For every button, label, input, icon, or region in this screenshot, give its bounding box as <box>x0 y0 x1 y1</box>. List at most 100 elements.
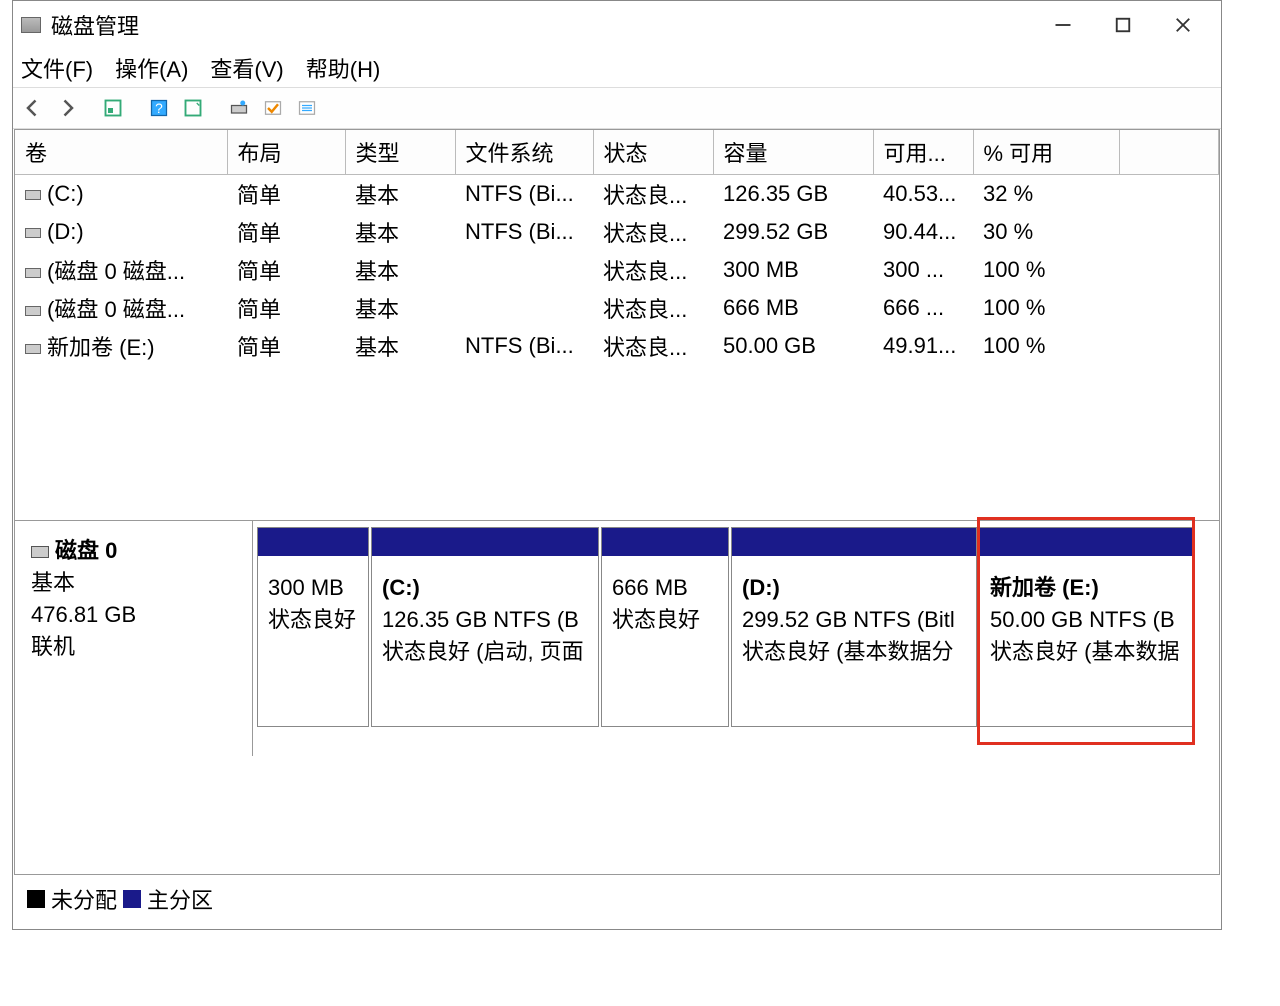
forward-button[interactable] <box>53 94 81 122</box>
partition-status: 状态良好 (基本数据 <box>990 636 1182 668</box>
cell-pct: 30 % <box>973 213 1119 251</box>
partition-size: 50.00 GB NTFS (B <box>990 604 1182 636</box>
volume-icon <box>25 228 41 238</box>
cell-free: 40.53... <box>873 175 973 214</box>
disk-layout-pane[interactable]: 磁盘 0 基本 476.81 GB 联机 300 MB状态良好(C:)126.3… <box>15 520 1219 756</box>
partition-status: 状态良好 (基本数据分 <box>742 636 966 668</box>
partition-stripe <box>732 528 976 556</box>
cell-free: 90.44... <box>873 213 973 251</box>
legend: 未分配 主分区 <box>27 883 213 915</box>
cell-fs: NTFS (Bi... <box>455 175 593 214</box>
partition[interactable]: 新加卷 (E:)50.00 GB NTFS (B状态良好 (基本数据 <box>979 527 1193 727</box>
menu-file[interactable]: 文件(F) <box>21 52 93 84</box>
menubar: 文件(F) 操作(A) 查看(V) 帮助(H) <box>13 49 1221 87</box>
menu-view[interactable]: 查看(V) <box>210 52 283 84</box>
list-icon <box>297 98 317 118</box>
empty-lower-pane <box>15 756 1219 874</box>
cell-fs <box>455 289 593 327</box>
partition-size: 126.35 GB NTFS (B <box>382 604 588 636</box>
arrow-right-icon <box>57 98 77 118</box>
cell-status: 状态良... <box>593 251 713 289</box>
menu-action[interactable]: 操作(A) <box>115 52 188 84</box>
cell-pct: 32 % <box>973 175 1119 214</box>
cell-pct: 100 % <box>973 327 1119 365</box>
maximize-button[interactable] <box>1093 1 1153 49</box>
disk-icon <box>31 546 49 558</box>
partition-size: 666 MB <box>612 572 718 604</box>
cell-type: 基本 <box>345 175 455 214</box>
cell-status: 状态良... <box>593 213 713 251</box>
cell-fs: NTFS (Bi... <box>455 327 593 365</box>
cell-status: 状态良... <box>593 175 713 214</box>
disk-status: 联机 <box>31 631 240 663</box>
rescan-button[interactable] <box>225 94 253 122</box>
cell-name: (磁盘 0 磁盘... <box>15 289 227 327</box>
legend-swatch-unallocated <box>27 890 45 908</box>
partition-stripe <box>372 528 598 556</box>
disk-size: 476.81 GB <box>31 599 240 631</box>
cell-size: 666 MB <box>713 289 873 327</box>
legend-primary: 主分区 <box>147 883 213 915</box>
close-icon <box>1173 15 1193 35</box>
col-layout[interactable]: 布局 <box>227 130 345 175</box>
list-button[interactable] <box>293 94 321 122</box>
rescan-icon <box>229 98 249 118</box>
refresh-icon <box>103 98 123 118</box>
partition-name: 新加卷 (E:) <box>990 572 1182 604</box>
col-fs[interactable]: 文件系统 <box>455 130 593 175</box>
window-controls <box>1033 1 1213 49</box>
menu-help[interactable]: 帮助(H) <box>306 52 381 84</box>
table-row[interactable]: 新加卷 (E:)简单基本NTFS (Bi...状态良...50.00 GB49.… <box>15 327 1219 365</box>
partition-body: 新加卷 (E:)50.00 GB NTFS (B状态良好 (基本数据 <box>980 556 1192 674</box>
table-row[interactable]: (磁盘 0 磁盘...简单基本状态良...300 MB300 ...100 % <box>15 251 1219 289</box>
partition-status: 状态良好 <box>612 604 718 636</box>
cell-size: 50.00 GB <box>713 327 873 365</box>
col-spacer <box>1119 130 1219 175</box>
table-row[interactable]: (C:)简单基本NTFS (Bi...状态良...126.35 GB40.53.… <box>15 175 1219 214</box>
window-title: 磁盘管理 <box>51 9 1033 41</box>
app-window: 磁盘管理 文件(F) 操作(A) 查看(V) 帮助(H) ? <box>12 0 1222 930</box>
legend-swatch-primary <box>123 890 141 908</box>
cell-name: (D:) <box>15 213 227 251</box>
col-pct[interactable]: % 可用 <box>973 130 1119 175</box>
toolbar: ? <box>13 87 1221 129</box>
refresh-button[interactable] <box>99 94 127 122</box>
cell-free: 49.91... <box>873 327 973 365</box>
disk-info[interactable]: 磁盘 0 基本 476.81 GB 联机 <box>15 521 253 756</box>
arrow-left-icon <box>23 98 43 118</box>
app-icon <box>21 17 41 33</box>
col-status[interactable]: 状态 <box>593 130 713 175</box>
legend-unallocated: 未分配 <box>51 883 117 915</box>
disk-name: 磁盘 0 <box>55 538 117 563</box>
partition[interactable]: (C:)126.35 GB NTFS (B状态良好 (启动, 页面 <box>371 527 599 727</box>
close-button[interactable] <box>1153 1 1213 49</box>
col-free[interactable]: 可用... <box>873 130 973 175</box>
partition[interactable]: 666 MB状态良好 <box>601 527 729 727</box>
cell-size: 126.35 GB <box>713 175 873 214</box>
help-icon: ? <box>149 98 169 118</box>
cell-type: 基本 <box>345 327 455 365</box>
cell-status: 状态良... <box>593 289 713 327</box>
volume-table: 卷 布局 类型 文件系统 状态 容量 可用... % 可用 (C:)简单基本NT… <box>15 130 1219 365</box>
col-volume[interactable]: 卷 <box>15 130 227 175</box>
properties-button[interactable] <box>179 94 207 122</box>
titlebar[interactable]: 磁盘管理 <box>13 1 1221 49</box>
volume-list-pane[interactable]: 卷 布局 类型 文件系统 状态 容量 可用... % 可用 (C:)简单基本NT… <box>15 130 1219 520</box>
back-button[interactable] <box>19 94 47 122</box>
cell-pct: 100 % <box>973 251 1119 289</box>
cell-fs: NTFS (Bi... <box>455 213 593 251</box>
col-type[interactable]: 类型 <box>345 130 455 175</box>
table-row[interactable]: (磁盘 0 磁盘...简单基本状态良...666 MB666 ...100 % <box>15 289 1219 327</box>
cell-name: (磁盘 0 磁盘... <box>15 251 227 289</box>
settings-button[interactable] <box>259 94 287 122</box>
col-size[interactable]: 容量 <box>713 130 873 175</box>
minimize-button[interactable] <box>1033 1 1093 49</box>
properties-icon <box>183 98 203 118</box>
partition-name: (D:) <box>742 572 966 604</box>
partition-stripe <box>258 528 368 556</box>
partition[interactable]: 300 MB状态良好 <box>257 527 369 727</box>
cell-free: 300 ... <box>873 251 973 289</box>
table-row[interactable]: (D:)简单基本NTFS (Bi...状态良...299.52 GB90.44.… <box>15 213 1219 251</box>
partition[interactable]: (D:)299.52 GB NTFS (Bitl状态良好 (基本数据分 <box>731 527 977 727</box>
help-button[interactable]: ? <box>145 94 173 122</box>
